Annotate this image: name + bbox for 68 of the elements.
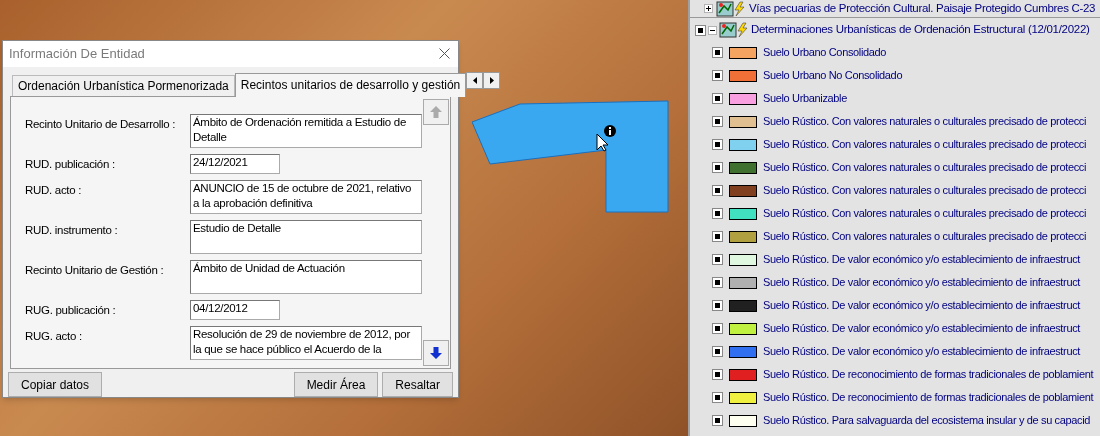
legend-label[interactable]: Suelo Rústico. De valor económico y/o establecimiento de infraestruct	[763, 297, 1081, 314]
legend-label[interactable]: Suelo Rústico. De valor económico y/o establecimiento de infraestruct	[763, 320, 1081, 337]
layer-checkbox[interactable]	[712, 300, 723, 311]
collapse-icon[interactable]	[708, 25, 717, 35]
legend-label[interactable]: Suelo Rústico. De reconocimiento de formas tradicionales de poblamient	[763, 366, 1094, 383]
tab[interactable]: Ordenación Urbanística Pormenorizada	[12, 74, 235, 96]
map-layer-icon	[716, 0, 746, 17]
layer-label[interactable]: Vías pecuarias de Protección Cultural. Paisaje Protegido Cumbres C-23	[749, 0, 1096, 18]
text-field[interactable]: Resolución de 29 de noviembre de 2012, por la que se hace público el Acuerdo de la	[190, 325, 422, 360]
dialog-button[interactable]: Copiar datos	[8, 372, 103, 397]
map-layer-icon	[719, 22, 749, 38]
legend-label[interactable]: Suelo Rústico. Con valores naturales o culturales precisado de protecci	[763, 182, 1087, 199]
legend-label[interactable]: Suelo Rústico. De reconocimiento de formas tradicionales de poblamient	[763, 389, 1094, 406]
text-field[interactable]: Estudio de Detalle	[190, 219, 422, 254]
field-label: Recinto Unitario de Desarrollo :	[25, 116, 177, 132]
dialog-button[interactable]: Medir Área	[293, 372, 379, 397]
dialog-button[interactable]: Resaltar	[382, 372, 453, 397]
legend-label[interactable]: Suelo Rústico. Con valores naturales o culturales precisado de protecci	[763, 113, 1087, 130]
down-arrow-icon	[430, 347, 442, 359]
close-icon[interactable]	[439, 48, 450, 60]
field-label: RUG. acto :	[25, 328, 83, 344]
layer-checkbox[interactable]	[712, 139, 723, 150]
left-triangle-icon	[472, 76, 477, 84]
layer-checkbox[interactable]	[695, 24, 706, 36]
text-field[interactable]: Ámbito de Ordenación remitida a Estudio de Detalle	[190, 113, 422, 148]
layer-checkbox[interactable]	[712, 277, 723, 288]
field-label: RUD. publicación :	[25, 156, 116, 172]
legend-label[interactable]: Suelo Rústico. De valor económico y/o establecimiento de infraestruct	[763, 274, 1081, 291]
date-field[interactable]: 04/12/2012	[190, 299, 280, 320]
layer-checkbox[interactable]	[712, 116, 723, 127]
layer-checkbox[interactable]	[712, 208, 723, 219]
tab[interactable]: Recintos unitarios de desarrollo y gestión	[234, 72, 467, 97]
layer-checkbox[interactable]	[712, 369, 723, 380]
layer-group-label[interactable]: Determinaciones Urbanísticas de Ordenación Estructural (12/01/2022)	[751, 21, 1090, 39]
field-label: RUD. instrumento :	[25, 222, 119, 238]
up-arrow-icon	[430, 105, 442, 118]
legend-label[interactable]: Suelo Rústico. Con valores naturales o culturales precisado de protecci	[763, 228, 1087, 245]
layer-checkbox[interactable]	[712, 47, 723, 58]
field-label: RUD. acto :	[25, 182, 83, 198]
layer-checkbox[interactable]	[712, 346, 723, 357]
legend-label[interactable]: Suelo Rústico. Con valores naturales o culturales precisado de protecci	[763, 205, 1087, 222]
legend-label[interactable]: Suelo Rústico. De valor económico y/o establecimiento de infraestruct	[763, 343, 1081, 360]
field-label: RUG. publicación :	[25, 302, 117, 318]
layer-checkbox[interactable]	[712, 392, 723, 403]
legend-label[interactable]: Suelo Urbanizable	[763, 90, 847, 107]
date-field[interactable]: 24/12/2021	[190, 153, 280, 174]
info-cursor-icon	[596, 124, 618, 152]
layer-checkbox[interactable]	[712, 162, 723, 173]
layer-checkbox[interactable]	[712, 70, 723, 81]
right-triangle-icon	[489, 76, 494, 84]
expand-icon[interactable]	[704, 4, 713, 13]
legend-label[interactable]: Suelo Rústico. De valor económico y/o establecimiento de infraestruct	[763, 251, 1081, 268]
layer-checkbox[interactable]	[712, 93, 723, 104]
legend-label[interactable]: Suelo Urbano No Consolidado	[763, 67, 903, 84]
scroll-down-button[interactable]	[423, 340, 449, 366]
layer-checkbox[interactable]	[712, 185, 723, 196]
legend-label[interactable]: Suelo Rústico. Con valores naturales o culturales precisado de protecci	[763, 159, 1087, 176]
layer-checkbox[interactable]	[712, 231, 723, 242]
window-title: Información De Entidad	[9, 45, 145, 64]
layer-checkbox[interactable]	[712, 323, 723, 334]
text-field[interactable]: ANUNCIO de 15 de octubre de 2021, relativo a la aprobación definitiva	[190, 179, 422, 214]
text-field[interactable]: Ámbito de Unidad de Actuación	[190, 259, 422, 294]
field-label: Recinto Unitario de Gestión :	[25, 262, 165, 278]
layer-checkbox[interactable]	[712, 254, 723, 265]
legend-label[interactable]: Suelo Rústico. Para salvaguarda del ecosistema insular y de su capacid	[763, 412, 1091, 429]
layer-checkbox[interactable]	[712, 415, 723, 426]
legend-label[interactable]: Suelo Rústico. Con valores naturales o culturales precisado de protecci	[763, 136, 1087, 153]
legend-label[interactable]: Suelo Urbano Consolidado	[763, 44, 887, 61]
